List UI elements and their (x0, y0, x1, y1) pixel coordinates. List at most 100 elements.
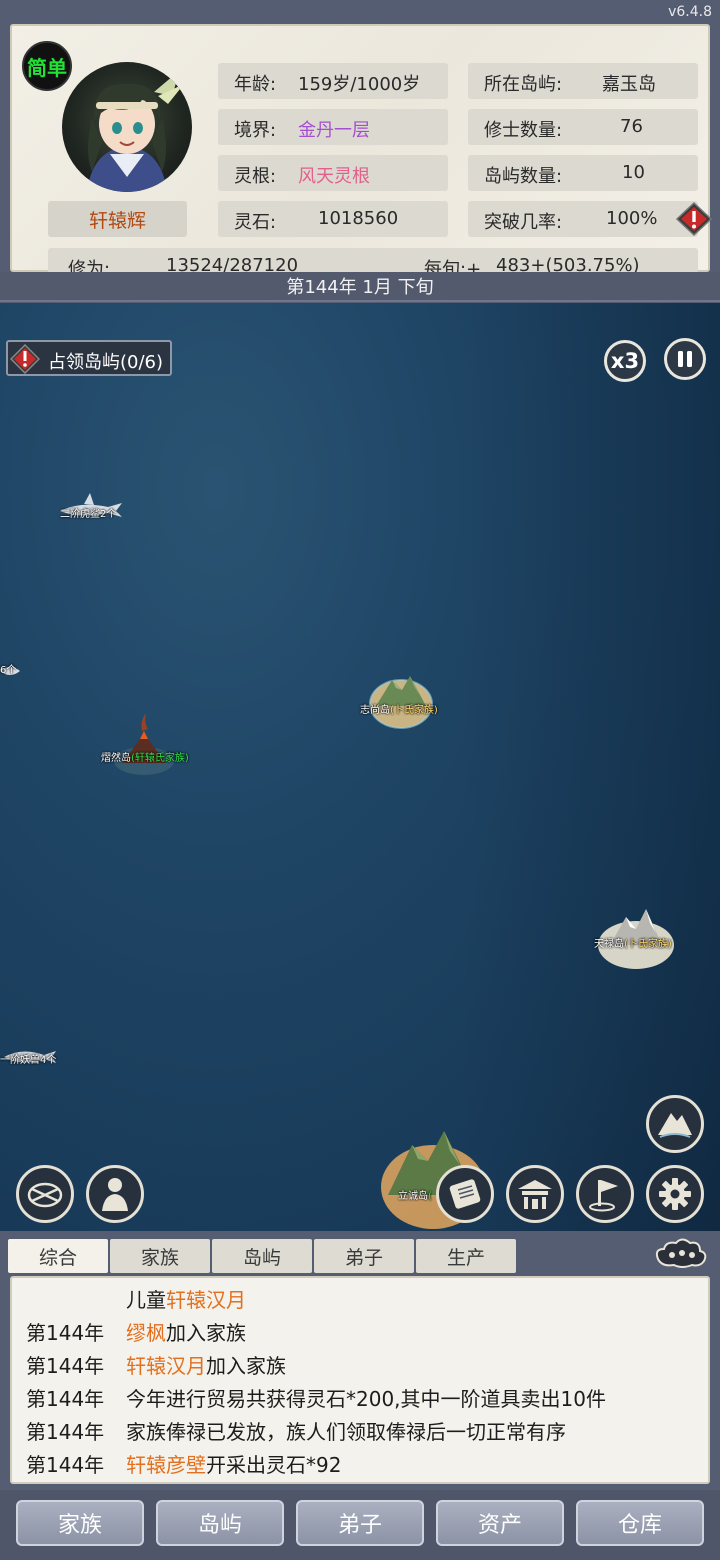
player-name[interactable]: 轩辕辉 (48, 201, 187, 237)
stat-cultivators: 修士数量: 76 (468, 109, 698, 145)
log-entry-highlight[interactable]: 缪枫 (126, 1321, 166, 1345)
stat-age-value: 159岁/1000岁 (298, 74, 421, 95)
scroll-icon (449, 1179, 481, 1209)
island-zhishang-icon[interactable] (368, 668, 434, 732)
log-entry-text: 加入家族 (166, 1321, 246, 1345)
speed-button[interactable]: x3 (604, 340, 646, 382)
stat-root-value: 风天灵根 (298, 166, 370, 187)
stat-realm-label: 境界: (234, 120, 277, 141)
flag-icon (589, 1180, 618, 1212)
straw-hat-icon (27, 1182, 63, 1208)
tab-islands[interactable]: 岛屿 (212, 1239, 312, 1273)
quest-tracker[interactable]: 占领岛屿(0/6) (6, 340, 172, 376)
log-entry-highlight[interactable]: 轩辕汉月 (166, 1288, 246, 1312)
version-label: v6.4.8 (668, 4, 712, 20)
stat-realm: 境界: 金丹一层 (218, 109, 448, 145)
log-entry-year: 第144年 (26, 1321, 105, 1345)
scroll-button[interactable] (436, 1165, 494, 1223)
stat-island-count-label: 岛屿数量: (484, 166, 563, 187)
stat-root: 灵根: 风天灵根 (218, 155, 448, 191)
character-portrait-icon (87, 70, 184, 192)
status-header: v6.4.8 简单 轩辕辉 年龄: 159岁/1000岁 所在岛屿: 嘉玉岛 境… (0, 0, 720, 303)
player-avatar[interactable] (62, 62, 192, 192)
log-entry-year: 第144年 (26, 1420, 105, 1444)
log-entry-text: 儿童 (126, 1288, 166, 1312)
stat-island-label: 所在岛屿: (484, 74, 563, 95)
character-button[interactable] (86, 1165, 144, 1223)
log-entry-message: 家族俸禄已发放，族人们领取俸禄后一切正常有序 (126, 1416, 566, 1445)
stat-breakthrough-label: 突破几率: (484, 212, 563, 233)
island-yiran-volcano-icon[interactable] (112, 711, 176, 777)
log-entry-year: 第144年 (26, 1453, 105, 1477)
person-icon (102, 1178, 128, 1211)
stat-spirit-stone: 灵石: 1018560 (218, 201, 448, 237)
sect-button[interactable] (506, 1165, 564, 1223)
island-name: 志尚岛 (360, 705, 390, 716)
quest-alert-icon (10, 344, 40, 374)
stat-island-count: 岛屿数量: 10 (468, 155, 698, 191)
map-mountain-button[interactable] (646, 1095, 704, 1153)
nav-assets-button[interactable]: 资产 (436, 1500, 564, 1546)
pause-button[interactable] (664, 338, 706, 380)
bottom-nav: 家族 岛屿 弟子 资产 仓库 (0, 1490, 720, 1560)
log-entry-text: 今年进行贸易共获得灵石*200,其中一阶道具卖出10件 (126, 1387, 606, 1411)
island-owner: (轩辕氏家族) (131, 753, 189, 764)
stat-spirit-stone-value: 1018560 (318, 208, 399, 229)
island-label-licheng[interactable]: 立诚岛( (398, 1187, 432, 1202)
tab-general[interactable]: 综合 (8, 1239, 108, 1273)
log-entry-text: 开采出灵石*92 (206, 1453, 342, 1477)
island-owner: (卜氏家族) (390, 705, 438, 716)
nav-islands-button[interactable]: 岛屿 (156, 1500, 284, 1546)
log-entry-message: 儿童轩辕汉月 (126, 1284, 246, 1313)
island-name: 天禄岛 (594, 939, 624, 950)
nav-disciples-button[interactable]: 弟子 (296, 1500, 424, 1546)
stat-island-count-value: 10 (622, 162, 645, 183)
nav-family-button[interactable]: 家族 (16, 1500, 144, 1546)
island-label-tianlu[interactable]: 天禄岛(卜氏家族) (594, 935, 672, 950)
settings-button[interactable] (646, 1165, 704, 1223)
island-name: 熠然岛 (101, 753, 131, 764)
log-entry-text: 家族俸禄已发放，族人们领取俸禄后一切正常有序 (126, 1420, 566, 1444)
cloud-menu-icon[interactable] (652, 1237, 708, 1271)
player-info-panel: 简单 轩辕辉 年龄: 159岁/1000岁 所在岛屿: 嘉玉岛 境界: 金丹一层… (10, 24, 712, 284)
mountain-icon (658, 1113, 692, 1138)
log-entry-text: 加入家族 (206, 1354, 286, 1378)
island-owner: ( (428, 1191, 432, 1202)
tab-disciples[interactable]: 弟子 (314, 1239, 414, 1273)
breakthrough-alert-icon[interactable] (676, 202, 712, 236)
stat-cultivators-label: 修士数量: (484, 120, 563, 141)
log-entry-highlight[interactable]: 轩辕彦壁 (126, 1453, 206, 1477)
map-shading (460, 303, 720, 1231)
island-label-yiran[interactable]: 熠然岛(轩辕氏家族) (101, 749, 189, 764)
log-entry-message: 今年进行贸易共获得灵石*200,其中一阶道具卖出10件 (126, 1383, 606, 1412)
nav-warehouse-button[interactable]: 仓库 (576, 1500, 704, 1546)
monster-label-shark: 二阶虎鲨2个 (60, 509, 117, 520)
flag-button[interactable] (576, 1165, 634, 1223)
difficulty-badge: 简单 (22, 41, 72, 91)
log-entry-highlight[interactable]: 轩辕汉月 (126, 1354, 206, 1378)
monster-label-edge: 6个 (0, 665, 17, 676)
tab-family[interactable]: 家族 (110, 1239, 210, 1273)
stat-realm-value: 金丹一层 (298, 120, 370, 141)
island-name: 立诚岛 (398, 1191, 428, 1202)
stat-cultivators-value: 76 (620, 116, 643, 137)
stat-island: 所在岛屿: 嘉玉岛 (468, 63, 698, 99)
log-entry-message: 轩辕彦壁开采出灵石*92 (126, 1449, 341, 1478)
log-entry-year: 第144年 (26, 1387, 105, 1411)
pause-icon (678, 351, 692, 367)
island-label-zhishang[interactable]: 志尚岛(卜氏家族) (360, 701, 438, 716)
temple-icon (518, 1180, 552, 1209)
stat-root-label: 灵根: (234, 166, 277, 187)
tab-production[interactable]: 生产 (416, 1239, 516, 1273)
monster-label-beast: 一阶妖兽4个 (0, 1055, 57, 1066)
world-map[interactable]: 占领岛屿(0/6) x3 二阶虎鲨2个 6个 一阶妖兽4个 志尚岛(卜氏家族) … (0, 303, 720, 1231)
stat-island-value: 嘉玉岛 (602, 74, 656, 95)
gear-icon (659, 1178, 691, 1210)
game-date: 第144年 1月 下旬 (0, 272, 720, 302)
stat-age: 年龄: 159岁/1000岁 (218, 63, 448, 99)
gather-button[interactable] (16, 1165, 74, 1223)
log-list[interactable]: 儿童轩辕汉月 第144年 缪枫加入家族 第144年 轩辕汉月加入家族 第144年 今年进行贸… (10, 1276, 710, 1484)
stat-breakthrough-value: 100% (606, 208, 658, 229)
stat-breakthrough: 突破几率: 100% (468, 201, 698, 237)
log-entry-message: 轩辕汉月加入家族 (126, 1350, 286, 1379)
